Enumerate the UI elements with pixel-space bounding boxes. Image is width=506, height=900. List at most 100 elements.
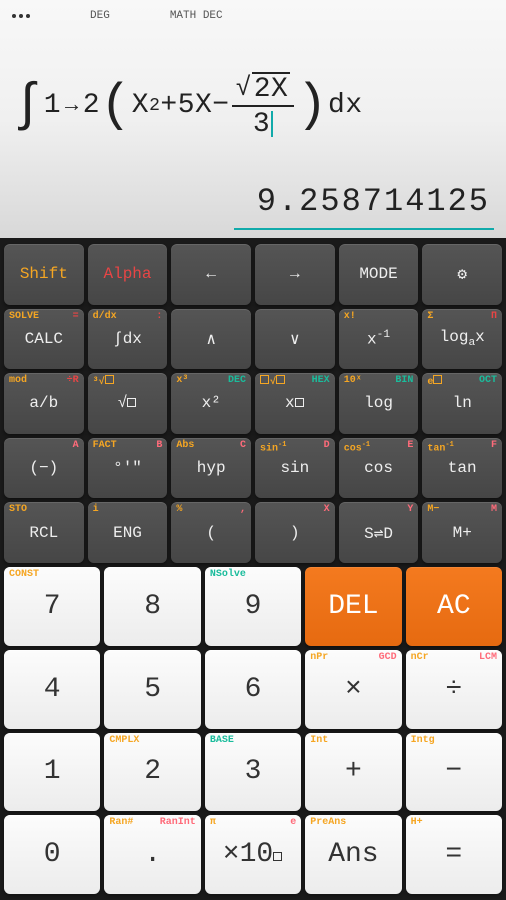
- key-main-label: ∫dx: [113, 330, 142, 348]
- key-main-label: 7: [44, 591, 61, 622]
- result-display: 9.258714125: [234, 183, 494, 230]
- key-shift-label: sin-1: [260, 440, 286, 454]
- key-sin[interactable]: sin-1 Dsin: [255, 438, 335, 499]
- keypad: ShiftAlpha←→MODE⚙SOLVE=CALCd/dx:∫dx∧∨x!x…: [0, 238, 506, 900]
- key-∧[interactable]: ∧: [171, 309, 251, 370]
- key-alpha[interactable]: Alpha: [88, 244, 168, 305]
- key-3[interactable]: BASE3: [205, 733, 301, 812]
- key-a/b[interactable]: mod÷Ra/b: [4, 373, 84, 434]
- key-)[interactable]: X): [255, 502, 335, 563]
- key-hyp[interactable]: AbsChyp: [171, 438, 251, 499]
- key-main-label: =: [445, 839, 462, 870]
- key-7[interactable]: CONST7: [4, 567, 100, 646]
- key-shift-label: H+: [411, 817, 423, 828]
- key-rcl[interactable]: STORCL: [4, 502, 84, 563]
- key-4[interactable]: 4: [4, 650, 100, 729]
- key-shift-label: ³√: [93, 375, 115, 388]
- key-mode[interactable]: MODE: [339, 244, 419, 305]
- key-2[interactable]: CMPLX2: [104, 733, 200, 812]
- key-←[interactable]: ←: [171, 244, 251, 305]
- key-main-label: √: [118, 394, 138, 412]
- key-m+[interactable]: M−MM+: [422, 502, 502, 563]
- key-°'"[interactable]: FACTB°'": [88, 438, 168, 499]
- key-main-label: +: [345, 756, 362, 787]
- key-8[interactable]: 8: [104, 567, 200, 646]
- key-main-label: ENG: [113, 524, 142, 542]
- key-shift-label: d/dx: [93, 311, 117, 322]
- key-shift-label: %: [176, 504, 182, 515]
- key-.[interactable]: Ran#RanInt.: [104, 815, 200, 894]
- key-main-label: sin: [280, 459, 309, 477]
- key-×10□[interactable]: πe×10: [205, 815, 301, 894]
- key-main-label: CALC: [25, 330, 63, 348]
- key-shift-label: FACT: [93, 440, 117, 451]
- display-area: DEG MATH DEC ∫ 1 → 2 ( X2 +5X− √2X 3 ) d…: [0, 0, 506, 238]
- key-shift-label: i: [93, 504, 99, 515]
- key-ac[interactable]: AC: [406, 567, 502, 646]
- key-main-label: (−): [29, 459, 58, 477]
- key-5[interactable]: 5: [104, 650, 200, 729]
- key-(−)[interactable]: A(−): [4, 438, 84, 499]
- key-cos[interactable]: cos-1Ecos: [339, 438, 419, 499]
- key-shift-label: tan-1: [427, 440, 453, 454]
- key-alpha-label: e: [290, 817, 296, 828]
- key-eng[interactable]: i ENG: [88, 502, 168, 563]
- key-÷[interactable]: nCrLCM÷: [406, 650, 502, 729]
- key-alpha-label: B: [156, 440, 162, 451]
- key-main-label: x²: [202, 394, 221, 412]
- key-alpha-label: Π: [491, 311, 497, 322]
- cursor: [271, 111, 273, 137]
- key-shift-label: Intg: [411, 735, 435, 746]
- key-x⁻¹[interactable]: x!x-1: [339, 309, 419, 370]
- key-9[interactable]: NSolve9: [205, 567, 301, 646]
- key-main-label: RCL: [29, 524, 58, 542]
- key-del[interactable]: DEL: [305, 567, 401, 646]
- key-main-label: tan: [448, 459, 477, 477]
- key-alpha-label: BIN: [395, 375, 413, 386]
- key-+[interactable]: Int+: [305, 733, 401, 812]
- key-ln[interactable]: eOCTln: [422, 373, 502, 434]
- key-alpha-label: D: [324, 440, 330, 451]
- key-alpha-label: C: [240, 440, 246, 451]
- key-6[interactable]: 6: [205, 650, 301, 729]
- key-√□[interactable]: ³√√: [88, 373, 168, 434]
- key-shift-label: SOLVE: [9, 311, 39, 322]
- menu-dots-icon[interactable]: [12, 14, 30, 18]
- key-∫dx[interactable]: d/dx:∫dx: [88, 309, 168, 370]
- angle-mode: DEG: [90, 10, 110, 22]
- key-x□[interactable]: √HEXx: [255, 373, 335, 434]
- key-=[interactable]: H+ =: [406, 815, 502, 894]
- key-alpha-label: ,: [240, 504, 246, 515]
- key-∨[interactable]: ∨: [255, 309, 335, 370]
- key-alpha-label: M: [491, 504, 497, 515]
- arrow-icon: →: [65, 93, 79, 118]
- key-1[interactable]: 1: [4, 733, 100, 812]
- display-format: MATH DEC: [170, 10, 223, 22]
- key-log[interactable]: 10ˣBINlog: [339, 373, 419, 434]
- key-main-label: 6: [245, 674, 262, 705]
- key-−[interactable]: Intg−: [406, 733, 502, 812]
- key-s⇌d[interactable]: YS⇌D: [339, 502, 419, 563]
- key-([interactable]: %,(: [171, 502, 251, 563]
- key-shift-label: nPr: [310, 652, 328, 663]
- key-0[interactable]: 0: [4, 815, 100, 894]
- integral-icon: ∫: [12, 76, 44, 135]
- key-shift[interactable]: Shift: [4, 244, 84, 305]
- key-shift-label: x!: [344, 311, 356, 322]
- key-tan[interactable]: tan-1Ftan: [422, 438, 502, 499]
- key-main-label: x: [285, 394, 305, 412]
- key-main-label: 5: [144, 674, 161, 705]
- status-bar: DEG MATH DEC: [12, 8, 494, 24]
- key-ans[interactable]: PreAnsAns: [305, 815, 401, 894]
- key-logₐx[interactable]: ΣΠlogax: [422, 309, 502, 370]
- key-shift-label: e: [427, 375, 443, 388]
- key-×[interactable]: nPrGCD×: [305, 650, 401, 729]
- key-shift-label: NSolve: [210, 569, 246, 580]
- key-shift-label: CMPLX: [109, 735, 139, 746]
- expression-display[interactable]: ∫ 1 → 2 ( X2 +5X− √2X 3 ) dx: [12, 24, 494, 183]
- key-main-label: ×: [345, 674, 362, 705]
- key-x²[interactable]: x³DECx²: [171, 373, 251, 434]
- key-→[interactable]: →: [255, 244, 335, 305]
- settings-icon[interactable]: ⚙: [422, 244, 502, 305]
- key-calc[interactable]: SOLVE=CALC: [4, 309, 84, 370]
